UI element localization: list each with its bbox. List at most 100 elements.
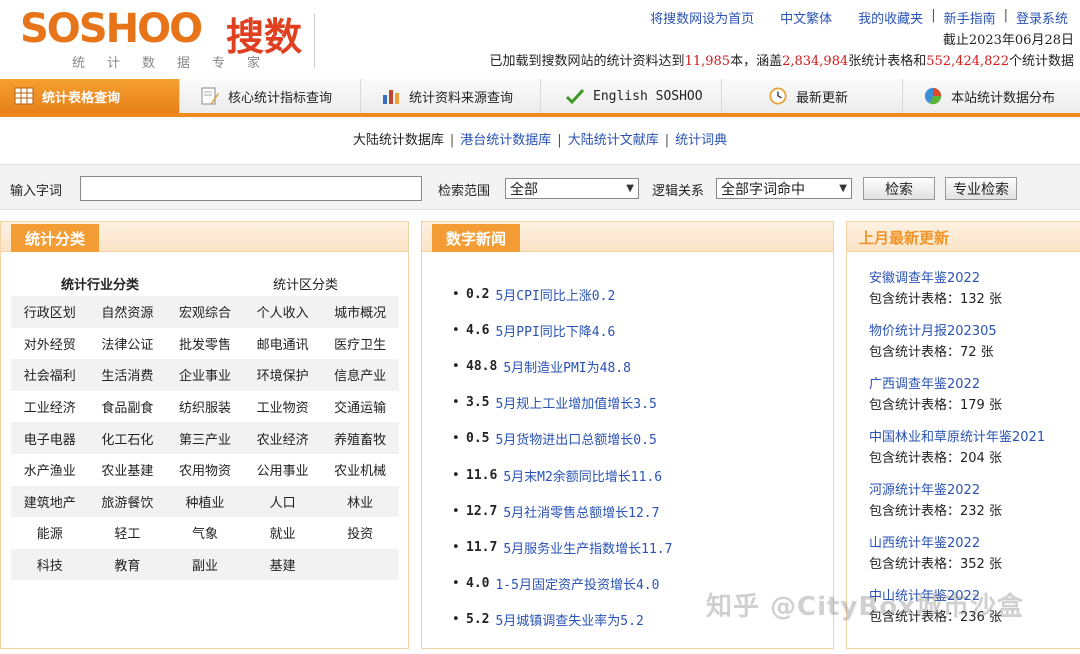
- update-title-link[interactable]: 广西调查年鉴2022: [869, 374, 1079, 395]
- category-item[interactable]: 个人收入: [244, 296, 322, 328]
- category-item[interactable]: 农业机械: [321, 454, 399, 486]
- search-bar: 输入字词 检索范围 全部 ▼ 逻辑关系 全部字词命中 ▼ 检索 专业检索: [0, 164, 1080, 210]
- category-item[interactable]: 教育: [89, 549, 167, 581]
- mainland-literature-db-link[interactable]: 大陆统计文献库: [568, 133, 659, 148]
- category-row: 电子电器 化工石化 第三产业 农业经济 养殖畜牧: [11, 422, 399, 454]
- news-link[interactable]: 5月城镇调查失业率为5.2: [495, 610, 643, 629]
- tab-region-category[interactable]: 统计区分类: [273, 274, 338, 293]
- news-link[interactable]: 5月服务业生产指数增长11.7: [503, 538, 672, 557]
- news-link[interactable]: 5月PPI同比下降4.6: [495, 321, 615, 340]
- category-item[interactable]: 行政区划: [11, 296, 89, 328]
- beginner-guide-link[interactable]: 新手指南: [938, 8, 1002, 27]
- hk-tw-stats-db-link[interactable]: 港台统计数据库: [460, 133, 551, 148]
- category-item[interactable]: 林业: [321, 486, 399, 518]
- stats-tables-count: 2,834,984: [782, 54, 849, 69]
- category-item[interactable]: 自然资源: [89, 296, 167, 328]
- login-link[interactable]: 登录系统: [1010, 8, 1074, 27]
- news-link[interactable]: 5月规上工业增加值增长3.5: [495, 393, 656, 412]
- category-item[interactable]: 对外经贸: [11, 328, 89, 360]
- site-stats: 已加载到搜数网站的统计资料达到11,985本，涵盖2,834,984张统计表格和…: [490, 50, 1074, 69]
- nav-label: 最新更新: [796, 90, 849, 106]
- traditional-chinese-link[interactable]: 中文繁体: [774, 8, 838, 27]
- category-item[interactable]: 医疗卫生: [321, 328, 399, 360]
- news-link[interactable]: 5月末M2余额同比增长11.6: [503, 466, 662, 485]
- tab-industry-category[interactable]: 统计行业分类: [61, 274, 139, 293]
- news-link[interactable]: 1-5月固定资产投资增长4.0: [495, 574, 659, 593]
- category-item[interactable]: 能源: [11, 517, 89, 549]
- category-item[interactable]: 农业基建: [89, 454, 167, 486]
- news-item: • 0.5 5月货物进出口总额增长0.5: [452, 421, 672, 457]
- nav-source-query[interactable]: 统计资料来源查询: [361, 79, 541, 113]
- category-item[interactable]: 社会福利: [11, 359, 89, 391]
- category-item[interactable]: 基建: [244, 549, 322, 581]
- nav-english-soshoo[interactable]: English SOSHOO: [541, 79, 722, 113]
- category-row: 科技 教育 副业 基建: [11, 548, 399, 581]
- news-link[interactable]: 5月制造业PMI为48.8: [503, 357, 631, 376]
- category-item[interactable]: 水产渔业: [11, 454, 89, 486]
- news-link[interactable]: 5月货物进出口总额增长0.5: [495, 429, 656, 448]
- update-title-link[interactable]: 物价统计月报202305: [869, 321, 1079, 342]
- updates-list: 安徽调查年鉴2022 包含统计表格：132 张物价统计月报202305 包含统计表格…: [869, 268, 1079, 639]
- category-item[interactable]: 交通运输: [321, 391, 399, 423]
- category-item[interactable]: 法律公证: [89, 328, 167, 360]
- category-item[interactable]: 副业: [166, 549, 244, 581]
- keyword-input[interactable]: [80, 176, 422, 201]
- logo-subtitle: 统计数据专家: [72, 56, 283, 71]
- category-item[interactable]: 投资: [321, 517, 399, 549]
- logic-select[interactable]: 全部字词命中 ▼: [716, 178, 852, 199]
- category-item[interactable]: 食品副食: [89, 391, 167, 423]
- category-item[interactable]: 企业事业: [166, 359, 244, 391]
- stats-dictionary-link[interactable]: 统计词典: [675, 133, 727, 148]
- category-item[interactable]: 邮电通讯: [244, 328, 322, 360]
- panel-header: 上月最新更新: [847, 222, 1080, 252]
- category-item[interactable]: 电子电器: [11, 422, 89, 454]
- category-item[interactable]: 工业经济: [11, 391, 89, 423]
- update-title-link[interactable]: 安徽调查年鉴2022: [869, 268, 1079, 289]
- news-link[interactable]: 5月社消零售总额增长12.7: [503, 502, 659, 521]
- update-title-link[interactable]: 山西统计年鉴2022: [869, 533, 1079, 554]
- category-item[interactable]: 建筑地产: [11, 486, 89, 518]
- bullet-icon: •: [452, 286, 460, 302]
- news-value: 12.7: [466, 503, 498, 519]
- bullet-icon: •: [452, 395, 460, 411]
- advanced-search-button[interactable]: 专业检索: [945, 177, 1017, 200]
- category-item[interactable]: 人口: [244, 486, 322, 518]
- category-item[interactable]: 气象: [166, 517, 244, 549]
- category-item[interactable]: 第三产业: [166, 422, 244, 454]
- link-separator: |: [1003, 8, 1008, 23]
- category-item[interactable]: 宏观综合: [166, 296, 244, 328]
- nav-latest-updates[interactable]: 最新更新: [722, 79, 903, 113]
- news-link[interactable]: 5月CPI同比上涨0.2: [495, 285, 615, 304]
- bar-chart-icon: [383, 90, 399, 104]
- category-item[interactable]: 生活消费: [89, 359, 167, 391]
- nav-table-query[interactable]: 统计表格查询: [0, 79, 180, 113]
- site-logo[interactable]: SOSHOO 搜数 统计数据专家: [20, 4, 320, 76]
- category-item[interactable]: 旅游餐饮: [89, 486, 167, 518]
- category-item[interactable]: 化工石化: [89, 422, 167, 454]
- category-item[interactable]: 纺织服装: [166, 391, 244, 423]
- news-value: 4.0: [466, 576, 490, 592]
- category-item[interactable]: 轻工: [89, 517, 167, 549]
- set-homepage-link[interactable]: 将搜数网设为首页: [644, 8, 760, 27]
- scope-select[interactable]: 全部 ▼: [505, 178, 639, 199]
- nav-core-indicator-query[interactable]: 核心统计指标查询: [180, 79, 361, 113]
- category-item[interactable]: 就业: [244, 517, 322, 549]
- update-title-link[interactable]: 河源统计年鉴2022: [869, 480, 1079, 501]
- category-item[interactable]: 农业经济: [244, 422, 322, 454]
- category-item[interactable]: 养殖畜牧: [321, 422, 399, 454]
- stats-books-count: 11,985: [684, 54, 731, 69]
- favorites-link[interactable]: 我的收藏夹: [852, 8, 929, 27]
- nav-data-distribution[interactable]: 本站统计数据分布: [903, 79, 1080, 113]
- category-item[interactable]: 科技: [11, 549, 89, 581]
- category-item[interactable]: 城市概况: [321, 296, 399, 328]
- category-item[interactable]: 种植业: [166, 486, 244, 518]
- category-item[interactable]: 批发零售: [166, 328, 244, 360]
- category-item[interactable]: 信息产业: [321, 359, 399, 391]
- category-item[interactable]: 公用事业: [244, 454, 322, 486]
- category-item[interactable]: 农用物资: [166, 454, 244, 486]
- category-item[interactable]: 环境保护: [244, 359, 322, 391]
- category-item[interactable]: 工业物资: [244, 391, 322, 423]
- update-title-link[interactable]: 中国林业和草原统计年鉴2021: [869, 427, 1079, 448]
- search-button[interactable]: 检索: [863, 177, 935, 200]
- mainland-stats-db-link[interactable]: 大陆统计数据库: [353, 133, 444, 148]
